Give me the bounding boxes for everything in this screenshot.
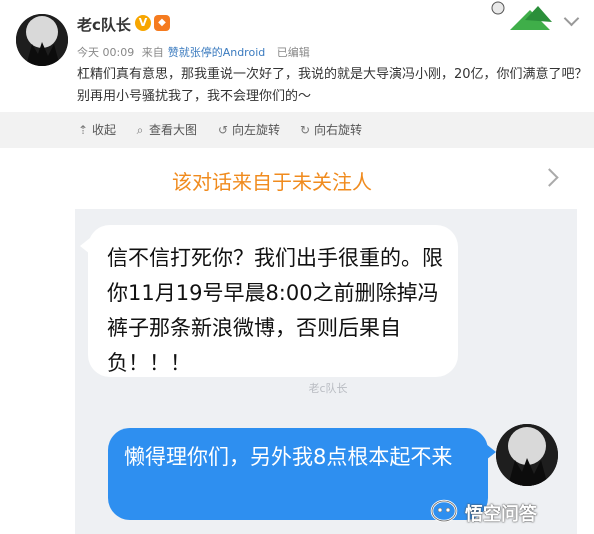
rotate-right-button[interactable]: ↻ 向右旋转 [299,121,362,138]
rotate-left-label: 向左旋转 [232,123,281,137]
outgoing-message-text: 懒得理你们，另外我8点根本起不来 [124,445,453,469]
rotate-left-button[interactable]: ↺ 向左旋转 [217,121,280,138]
rotate-left-icon: ↺ [217,123,229,137]
image-toolbar: ⇡ 收起 ⌕ 查看大图 ↺ 向左旋转 ↻ 向右旋转 [0,112,594,148]
header-decoration-image [480,0,555,32]
post-edited-label[interactable]: 已编辑 [277,46,310,59]
incoming-message-text: 信不信打死你？我们出手很重的。限你11月19号早晨8:00之前删除掉冯裤子那条新… [107,246,443,375]
chat-self-avatar [496,424,558,486]
outgoing-bubble-tail [486,444,496,460]
post-source-prefix: 来自 [141,46,164,59]
verified-badge-icon: V [135,15,151,31]
collapse-up-icon: ⇡ [77,123,89,137]
member-level-icon: ◆ [154,15,170,31]
chevron-down-icon[interactable] [563,10,580,27]
rotate-right-label: 向右旋转 [314,123,363,137]
collapse-label: 收起 [92,123,117,137]
chat-watermark: 老c队长 [308,382,348,395]
view-large-label: 查看大图 [149,123,198,137]
post-source-link[interactable]: 赞就张停的Android [168,46,266,59]
poster-username[interactable]: 老c队长 [77,14,131,35]
poster-avatar[interactable] [16,14,68,66]
post-meta: 今天 00:09 来自 赞就张停的Android 已编辑 [77,44,314,60]
view-large-button[interactable]: ⌕ 查看大图 [134,121,197,138]
post-text: 杠精们真有意思，那我重说一次好了，我说的就是大导演冯小刚，20亿，你们满意了吧？… [77,67,588,104]
stranger-banner-text: 该对话来自于未关注人 [172,170,372,194]
collapse-button[interactable]: ⇡ 收起 [77,121,116,138]
post-time: 今天 00:09 [77,46,135,59]
magnify-icon: ⌕ [136,123,144,137]
wukong-logo-icon [430,499,458,523]
footer-watermark: 悟空问答 [465,504,537,525]
rotate-right-icon: ↻ [299,123,311,137]
